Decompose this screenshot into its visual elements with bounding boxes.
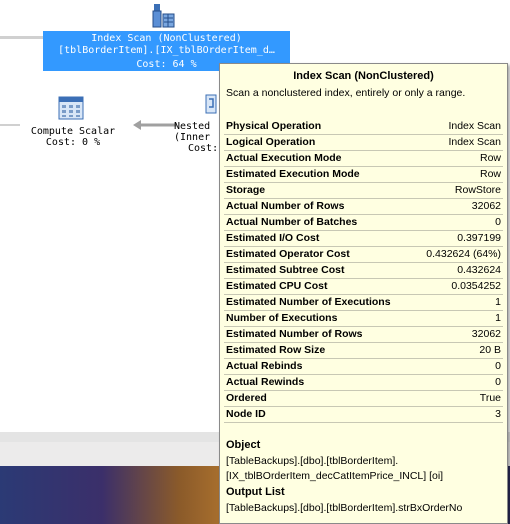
property-value: RowStore (454, 184, 501, 196)
output-list-line-1: [TableBackups].[dbo].[tblBorderItem].str… (226, 502, 463, 514)
property-name: Estimated Subtree Cost (226, 264, 345, 276)
tooltip-property-row: Estimated Operator Cost 0.432624 (64%) (224, 246, 503, 263)
property-name: Logical Operation (226, 136, 316, 148)
property-value: 1 (495, 296, 501, 308)
tooltip-property-row: Estimated Row Size 20 B (224, 342, 503, 359)
nested-sub: (Inner (174, 132, 211, 143)
property-value: 20 B (479, 344, 501, 356)
tooltip-property-row: Storage RowStore (224, 182, 503, 199)
tooltip-property-row: Actual Rebinds 0 (224, 358, 503, 375)
index-scan-icon[interactable] (151, 2, 177, 30)
property-value: 32062 (471, 328, 501, 340)
property-value: 0.432624 (64%) (426, 248, 501, 260)
property-value: 0 (495, 360, 501, 372)
tooltip-property-row: Estimated Number of Rows 32062 (224, 326, 503, 343)
property-name: Storage (226, 184, 266, 196)
compute-scalar-cost: Cost: 0 % (45, 137, 101, 148)
tooltip-property-row: Physical Operation Index Scan (224, 118, 503, 135)
object-line-2: [IX_tblBOrderItem_decCatItemPrice_INCL] … (226, 470, 444, 482)
property-name: Actual Rewinds (226, 376, 305, 388)
tooltip-property-row: Actual Number of Batches 0 (224, 214, 503, 231)
property-name: Estimated Number of Rows (226, 328, 363, 340)
property-value: True (479, 392, 501, 404)
property-value: 1 (495, 312, 501, 324)
flow-arrow-icon (133, 120, 177, 130)
property-name: Estimated Operator Cost (226, 248, 350, 260)
tooltip-property-row: Node ID 3 (224, 406, 503, 423)
property-value: 32062 (471, 200, 501, 212)
tooltip-property-row: Actual Rewinds 0 (224, 374, 503, 391)
tooltip-property-row: Actual Number of Rows 32062 (224, 198, 503, 215)
tooltip-property-row: Estimated CPU Cost 0.0354252 (224, 278, 503, 295)
nested-label: Nested (174, 121, 211, 132)
compute-scalar-icon[interactable] (58, 96, 84, 120)
object-heading: Object (226, 439, 261, 451)
tooltip-title: Index Scan (NonClustered) (293, 70, 434, 82)
property-name: Estimated Execution Mode (226, 168, 360, 180)
property-value: 0.397199 (457, 232, 501, 244)
nested-cost: Cost: (188, 143, 219, 154)
property-name: Actual Execution Mode (226, 152, 342, 164)
tooltip-property-row: Ordered True (224, 390, 503, 407)
property-value: Row (479, 152, 501, 164)
property-name: Actual Rebinds (226, 360, 303, 372)
property-value: Index Scan (448, 120, 501, 132)
compute-scalar-node[interactable]: Compute Scalar Cost: 0 % (18, 126, 128, 148)
node-object: [tblBorderItem].[IX_tblBOrderItem_d… (58, 45, 275, 56)
tooltip-property-row: Logical Operation Index Scan (224, 134, 503, 151)
tooltip-description: Scan a nonclustered index, entirely or o… (226, 87, 466, 99)
property-name: Estimated I/O Cost (226, 232, 320, 244)
property-value: Index Scan (448, 136, 501, 148)
connector-line (0, 36, 43, 39)
nested-loops-node[interactable]: Nested (Inner Cost: (174, 121, 218, 154)
property-value: 3 (495, 408, 501, 420)
output-list-heading: Output List (226, 486, 285, 498)
tooltip-property-row: Actual Execution Mode Row (224, 150, 503, 167)
property-value: 0 (495, 216, 501, 228)
object-line-1: [TableBackups].[dbo].[tblBorderItem]. (226, 455, 399, 467)
tooltip-property-row: Estimated Number of Executions 1 (224, 294, 503, 311)
compute-scalar-label: Compute Scalar (30, 126, 116, 137)
operator-tooltip: Index Scan (NonClustered) Scan a nonclus… (219, 63, 508, 524)
property-name: Estimated CPU Cost (226, 280, 328, 292)
node-title: Index Scan (NonClustered) (91, 33, 242, 44)
property-value: 0.432624 (457, 264, 501, 276)
property-name: Ordered (226, 392, 267, 404)
connector-line (0, 124, 20, 126)
property-name: Physical Operation (226, 120, 322, 132)
property-name: Actual Number of Rows (226, 200, 345, 212)
property-name: Actual Number of Batches (226, 216, 358, 228)
tooltip-property-row: Number of Executions 1 (224, 310, 503, 327)
tooltip-property-row: Estimated Execution Mode Row (224, 166, 503, 183)
tooltip-property-row: Estimated I/O Cost 0.397199 (224, 230, 503, 247)
nested-loops-icon[interactable] (205, 93, 219, 115)
property-name: Number of Executions (226, 312, 338, 324)
property-name: Estimated Number of Executions (226, 296, 391, 308)
property-value: 0 (495, 376, 501, 388)
property-value: 0.0354252 (451, 280, 501, 292)
property-name: Node ID (226, 408, 266, 420)
property-name: Estimated Row Size (226, 344, 326, 356)
property-value: Row (479, 168, 501, 180)
tooltip-property-row: Estimated Subtree Cost 0.432624 (224, 262, 503, 279)
